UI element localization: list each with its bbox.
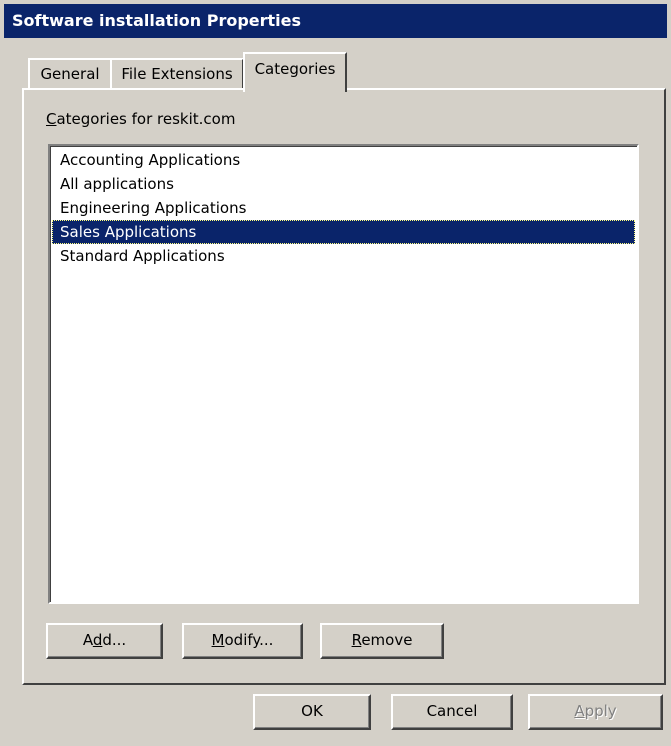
properties-dialog: Software installation Properties General… (0, 0, 671, 746)
add-access-key: d (92, 631, 103, 649)
modify-button[interactable]: Modify... (182, 623, 303, 659)
remove-access-key: R (351, 631, 362, 649)
add-label-pre: A (82, 631, 93, 649)
apply-label-post: pply (584, 702, 617, 720)
modify-access-key: M (211, 631, 225, 649)
categories-list-label: Categories for reskit.com (46, 110, 235, 128)
apply-access-key: A (574, 702, 585, 720)
modify-label-post: odify... (224, 631, 274, 649)
add-label-post: d... (102, 631, 127, 649)
tab-file-extensions[interactable]: File Extensions (110, 58, 244, 88)
add-button[interactable]: Add... (46, 623, 163, 659)
label-access-key: C (46, 110, 57, 128)
categories-listbox[interactable]: Accounting Applications All applications… (48, 144, 639, 604)
list-item-standard-applications[interactable]: Standard Applications (52, 244, 635, 268)
remove-label-post: emove (361, 631, 413, 649)
remove-button[interactable]: Remove (320, 623, 444, 659)
categories-tab-panel: Categories for reskit.com Accounting App… (22, 88, 666, 685)
list-item-engineering-applications[interactable]: Engineering Applications (52, 196, 635, 220)
list-item-sales-applications[interactable]: Sales Applications (52, 220, 635, 244)
tab-categories[interactable]: Categories (243, 52, 347, 92)
list-item-all-applications[interactable]: All applications (52, 172, 635, 196)
tab-general[interactable]: General (28, 58, 112, 88)
apply-button[interactable]: Apply (528, 694, 663, 730)
list-item-accounting-applications[interactable]: Accounting Applications (52, 148, 635, 172)
dialog-title: Software installation Properties (4, 4, 667, 38)
cancel-button[interactable]: Cancel (391, 694, 513, 730)
ok-button[interactable]: OK (253, 694, 371, 730)
label-text: ategories for reskit.com (56, 110, 236, 128)
